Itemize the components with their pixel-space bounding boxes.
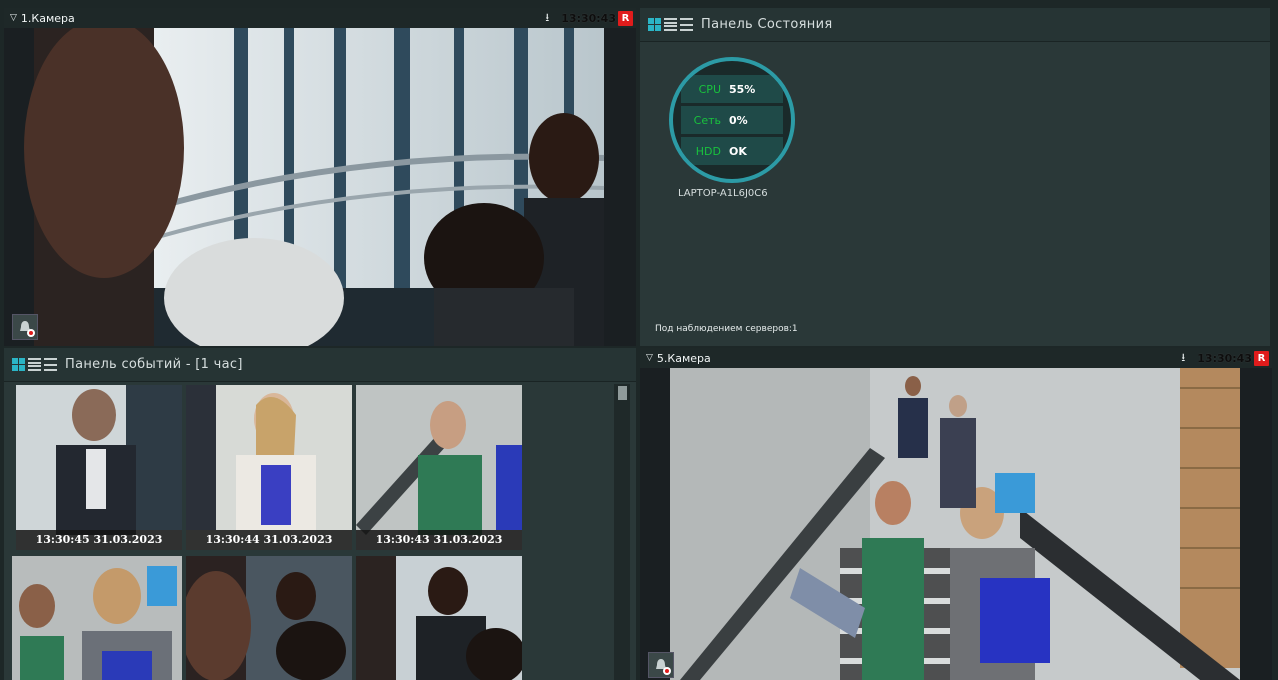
monitored-servers-footer: Под наблюдением серверов:1 <box>655 324 798 334</box>
event-timestamp: 13:30:43 31.03.2023 <box>356 530 522 550</box>
triangle-down-icon[interactable]: ▽ <box>646 353 653 363</box>
event-thumbnail[interactable] <box>12 556 182 680</box>
event-timestamp: 13:30:45 31.03.2023 <box>16 530 182 550</box>
camera-5-time: 13:30:43 <box>1197 351 1252 365</box>
event-thumbnail[interactable]: 13:30:44 31.03.2023 <box>186 385 352 550</box>
download-arrow-icon[interactable]: ⭳ <box>1181 349 1185 368</box>
events-scrollbar-thumb[interactable] <box>618 386 627 400</box>
download-arrow-icon[interactable]: ⭳ <box>545 9 549 28</box>
record-badge[interactable]: R <box>1254 350 1269 366</box>
events-panel: Панель событий - [1 час] 13:30:45 31.03.… <box>4 348 636 680</box>
event-timestamp: 13:30:44 31.03.2023 <box>186 530 352 550</box>
camera-1-header: ▽ 1.Камера ⭳ 13:30:43 R <box>4 8 636 28</box>
triangle-down-icon[interactable]: ▽ <box>10 13 17 23</box>
event-thumbnail[interactable] <box>186 556 352 680</box>
camera-5-tile[interactable]: ▽ 5.Камера ⭳ 13:30:43 R <box>640 348 1272 680</box>
camera-1-title: 1.Камера <box>20 11 75 25</box>
status-panel-title: Панель Состояния <box>701 17 833 32</box>
list-view-icon[interactable] <box>28 358 41 371</box>
camera-1-time: 13:30:43 <box>561 11 616 25</box>
tiles-view-icon[interactable] <box>12 358 25 371</box>
status-panel-header: Панель Состояния <box>640 8 1270 42</box>
alarm-bell-icon[interactable] <box>648 652 674 678</box>
tiles-view-icon[interactable] <box>648 18 661 31</box>
hdd-row: HDD OK <box>681 137 783 165</box>
server-status-gauge[interactable]: CPU 55% Сеть 0% HDD OK <box>669 57 795 183</box>
events-panel-header: Панель событий - [1 час] <box>4 348 636 382</box>
camera-5-title: 5.Камера <box>656 351 711 365</box>
cpu-row: CPU 55% <box>681 75 783 103</box>
events-scrollbar[interactable] <box>614 384 630 680</box>
alarm-bell-icon[interactable] <box>12 314 38 340</box>
details-view-icon[interactable] <box>680 18 693 31</box>
event-thumbnail[interactable]: 13:30:43 31.03.2023 <box>356 385 522 550</box>
record-badge[interactable]: R <box>618 10 633 26</box>
list-view-icon[interactable] <box>664 18 677 31</box>
camera-1-video[interactable] <box>4 28 636 346</box>
events-panel-title: Панель событий - [1 час] <box>65 357 243 372</box>
camera-5-header: ▽ 5.Камера ⭳ 13:30:43 R <box>640 348 1272 368</box>
details-view-icon[interactable] <box>44 358 57 371</box>
camera-5-scene <box>670 368 1240 680</box>
event-thumbnail[interactable] <box>356 556 522 680</box>
camera-5-video[interactable] <box>640 368 1272 680</box>
network-row: Сеть 0% <box>681 106 783 134</box>
camera-1-scene <box>24 28 605 346</box>
server-host-label: LAPTOP-A1L6J0C6 <box>678 188 768 199</box>
camera-1-tile[interactable]: ▽ 1.Камера ⭳ 13:30:43 R <box>4 8 636 346</box>
event-thumbnail[interactable]: 13:30:45 31.03.2023 <box>16 385 182 550</box>
